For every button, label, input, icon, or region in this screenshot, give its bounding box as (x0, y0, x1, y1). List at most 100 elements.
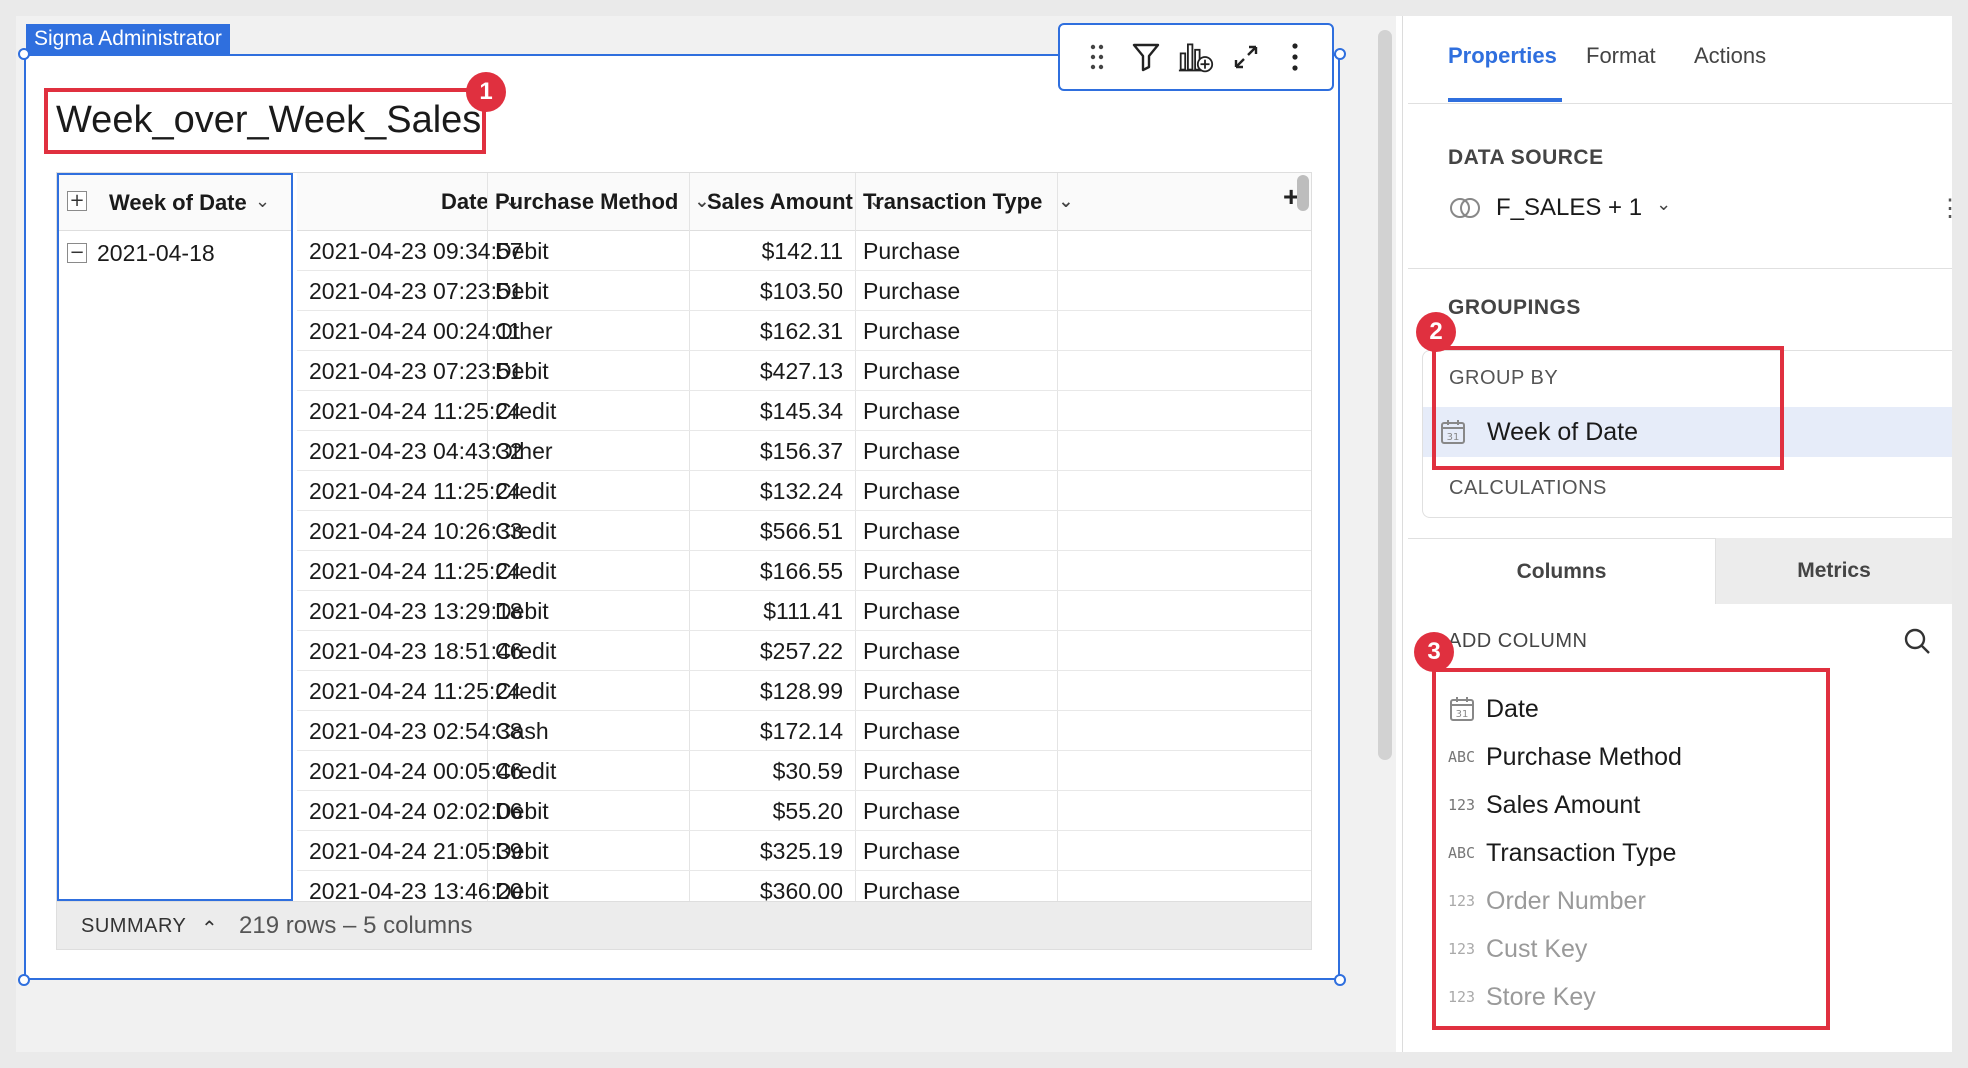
cell-date[interactable]: 2021-04-24 00:24:11 (309, 311, 521, 351)
collapse-group-icon[interactable]: − (67, 243, 87, 263)
chevron-up-icon[interactable]: ⌃ (201, 904, 218, 952)
more-vertical-icon[interactable]: ⋮ (1938, 194, 1952, 223)
chevron-down-icon[interactable]: ⌄ (255, 191, 270, 212)
cell-date[interactable]: 2021-04-24 02:02:06 (309, 791, 523, 831)
cell-date[interactable]: 2021-04-23 13:29:18 (309, 591, 523, 631)
cell-date[interactable]: 2021-04-23 09:34:57 (309, 231, 523, 271)
table-row[interactable]: 2021-04-24 10:26:33 Credit $566.51 Purchase (297, 511, 1311, 551)
cell-transaction-type[interactable]: Purchase (863, 871, 960, 901)
table-row[interactable]: 2021-04-24 00:05:46 Credit $30.59 Purchase (297, 751, 1311, 791)
cell-purchase-method[interactable]: Credit (495, 751, 556, 791)
cell-transaction-type[interactable]: Purchase (863, 511, 960, 551)
table-row[interactable]: 2021-04-23 09:34:57 Debit $142.11 Purchase (297, 231, 1311, 271)
cell-transaction-type[interactable]: Purchase (863, 791, 960, 831)
table-row[interactable]: 2021-04-23 02:54:38 Cash $172.14 Purchase (297, 711, 1311, 751)
tab-format[interactable]: Format (1586, 16, 1656, 104)
table-row[interactable]: 2021-04-24 11:25:24 Credit $145.34 Purchase (297, 391, 1311, 431)
column-header-purchase-method[interactable]: Purchase Method ⌄ (495, 173, 709, 231)
more-vertical-icon[interactable] (1277, 39, 1313, 75)
resize-handle-top-left[interactable] (18, 48, 30, 60)
cell-date[interactable]: 2021-04-23 04:43:32 (309, 431, 523, 471)
cell-date[interactable]: 2021-04-24 11:25:24 (309, 671, 521, 711)
cell-purchase-method[interactable]: Credit (495, 511, 556, 551)
cell-purchase-method[interactable]: Debit (495, 271, 549, 311)
tab-metrics[interactable]: Metrics (1716, 538, 1952, 604)
cell-transaction-type[interactable]: Purchase (863, 351, 960, 391)
cell-transaction-type[interactable]: Purchase (863, 751, 960, 791)
table-row[interactable]: 2021-04-24 11:25:24 Credit $166.55 Purchase (297, 551, 1311, 591)
cell-purchase-method[interactable]: Debit (495, 591, 549, 631)
cell-transaction-type[interactable]: Purchase (863, 271, 960, 311)
resize-handle-bottom-left[interactable] (18, 974, 30, 986)
table-row[interactable]: 2021-04-24 02:02:06 Debit $55.20 Purchase (297, 791, 1311, 831)
cell-date[interactable]: 2021-04-24 10:26:33 (309, 511, 523, 551)
cell-transaction-type[interactable]: Purchase (863, 551, 960, 591)
table-row[interactable]: 2021-04-23 07:23:51 Debit $103.50 Purchase (297, 271, 1311, 311)
table-row[interactable]: 2021-04-23 04:43:32 Other $156.37 Purchase (297, 431, 1311, 471)
cell-transaction-type[interactable]: Purchase (863, 591, 960, 631)
cell-transaction-type[interactable]: Purchase (863, 631, 960, 671)
canvas-scrollbar[interactable] (1378, 30, 1392, 760)
cell-purchase-method[interactable]: Debit (495, 351, 549, 391)
group-column[interactable]: + Week of Date ⌄ − 2021-04-18 (57, 173, 293, 901)
cell-date[interactable]: 2021-04-23 07:23:51 (309, 271, 523, 311)
cell-purchase-method[interactable]: Other (495, 431, 553, 471)
expand-all-icon[interactable]: + (67, 191, 87, 211)
table-row[interactable]: 2021-04-24 00:24:11 Other $162.31 Purchase (297, 311, 1311, 351)
chevron-down-icon[interactable]: ⌄ (1656, 194, 1671, 215)
table-row[interactable]: 2021-04-24 11:25:24 Credit $132.24 Purchase (297, 471, 1311, 511)
chevron-down-icon[interactable]: ⌄ (1058, 191, 1073, 212)
cell-transaction-type[interactable]: Purchase (863, 471, 960, 511)
cell-purchase-method[interactable]: Credit (495, 391, 556, 431)
table-row[interactable]: 2021-04-24 21:05:39 Debit $325.19 Purchase (297, 831, 1311, 871)
expand-icon[interactable] (1228, 39, 1264, 75)
element-title[interactable]: Week_over_Week_Sales (56, 96, 481, 144)
drag-handle-icon[interactable] (1079, 39, 1115, 75)
table-summary-bar[interactable]: SUMMARY ⌃ 219 rows – 5 columns (57, 901, 1311, 949)
table-row[interactable]: 2021-04-23 07:23:51 Debit $427.13 Purchase (297, 351, 1311, 391)
cell-date[interactable]: 2021-04-24 11:25:24 (309, 391, 521, 431)
resize-handle-top-right[interactable] (1334, 48, 1346, 60)
cell-transaction-type[interactable]: Purchase (863, 431, 960, 471)
cell-purchase-method[interactable]: Credit (495, 471, 556, 511)
cell-purchase-method[interactable]: Debit (495, 831, 549, 871)
cell-date[interactable]: 2021-04-23 18:51:46 (309, 631, 523, 671)
table-row[interactable]: 2021-04-23 13:46:20 Debit $360.00 Purchase (297, 871, 1311, 901)
group-column-header[interactable]: + Week of Date ⌄ (59, 175, 291, 231)
cell-purchase-method[interactable]: Debit (495, 231, 549, 271)
table-scrollbar[interactable] (1297, 175, 1309, 211)
cell-purchase-method[interactable]: Debit (495, 871, 549, 901)
cell-date[interactable]: 2021-04-24 11:25:24 (309, 471, 521, 511)
cell-date[interactable]: 2021-04-24 00:05:46 (309, 751, 523, 791)
column-header-transaction-type[interactable]: Transaction Type ⌄ (863, 173, 1073, 231)
tab-properties[interactable]: Properties (1448, 16, 1557, 104)
cell-purchase-method[interactable]: Cash (495, 711, 549, 751)
cell-transaction-type[interactable]: Purchase (863, 671, 960, 711)
cell-purchase-method[interactable]: Credit (495, 551, 556, 591)
cell-transaction-type[interactable]: Purchase (863, 711, 960, 751)
cell-date[interactable]: 2021-04-24 11:25:24 (309, 551, 521, 591)
search-icon[interactable] (1902, 626, 1932, 656)
cell-transaction-type[interactable]: Purchase (863, 231, 960, 271)
table-row[interactable]: 2021-04-23 13:29:18 Debit $111.41 Purchase (297, 591, 1311, 631)
filter-icon[interactable] (1128, 39, 1164, 75)
cell-purchase-method[interactable]: Other (495, 311, 553, 351)
cell-date[interactable]: 2021-04-23 13:46:20 (309, 871, 523, 901)
cell-transaction-type[interactable]: Purchase (863, 311, 960, 351)
resize-handle-bottom-right[interactable] (1334, 974, 1346, 986)
cell-date[interactable]: 2021-04-24 21:05:39 (309, 831, 523, 871)
add-chart-icon[interactable] (1178, 39, 1214, 75)
cell-transaction-type[interactable]: Purchase (863, 391, 960, 431)
cell-purchase-method[interactable]: Credit (495, 671, 556, 711)
cell-date[interactable]: 2021-04-23 07:23:51 (309, 351, 523, 391)
cell-purchase-method[interactable]: Credit (495, 631, 556, 671)
table-row[interactable]: 2021-04-23 18:51:46 Credit $257.22 Purchase (297, 631, 1311, 671)
tab-actions[interactable]: Actions (1694, 16, 1766, 104)
data-source-selector[interactable]: F_SALES + 1 ⌄ (1448, 188, 1671, 228)
column-header-sales-amount[interactable]: Sales Amount ⌄ (707, 173, 884, 231)
tab-columns[interactable]: Columns (1408, 538, 1716, 604)
cell-purchase-method[interactable]: Debit (495, 791, 549, 831)
cell-transaction-type[interactable]: Purchase (863, 831, 960, 871)
table-row[interactable]: 2021-04-24 11:25:24 Credit $128.99 Purchase (297, 671, 1311, 711)
cell-date[interactable]: 2021-04-23 02:54:38 (309, 711, 523, 751)
